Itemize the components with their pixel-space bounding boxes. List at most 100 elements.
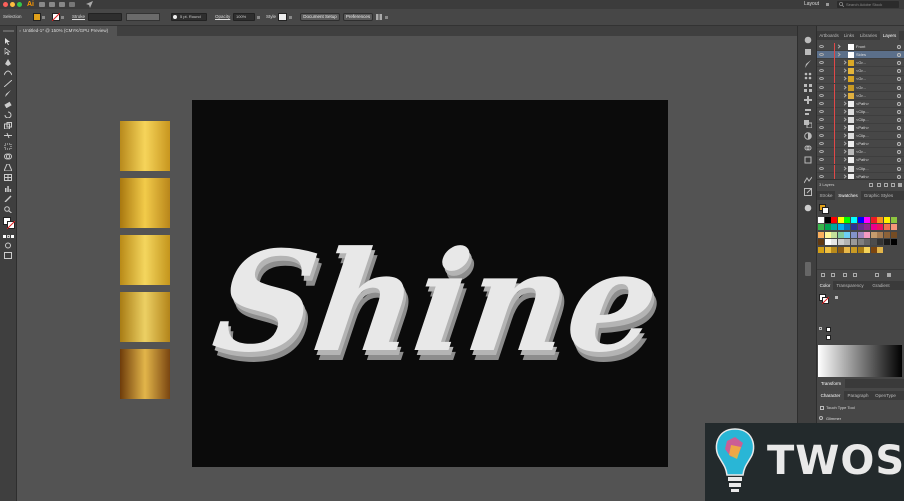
tab-graphic-styles[interactable]: Graphic Styles <box>861 191 896 200</box>
close-window-button[interactable] <box>3 2 8 7</box>
swatch-grid-icon[interactable] <box>804 84 812 92</box>
expand-chevron-icon[interactable] <box>842 173 847 179</box>
color-swatch[interactable] <box>890 239 897 246</box>
color-swatch[interactable] <box>818 239 824 246</box>
target-circle-icon[interactable] <box>897 158 901 163</box>
target-circle-icon[interactable] <box>897 77 901 82</box>
color-swatch[interactable] <box>824 224 831 231</box>
visibility-eye-icon[interactable] <box>819 69 824 73</box>
color-guide-icon[interactable] <box>804 36 812 44</box>
color-swatch[interactable] <box>870 224 877 231</box>
color-swatch[interactable] <box>890 217 897 223</box>
color-swatch[interactable] <box>857 231 864 238</box>
layer-row[interactable]: <Clip... <box>817 164 904 173</box>
adobe-stock-search-input[interactable]: Search Adobe Stock <box>837 1 899 8</box>
color-swatch[interactable] <box>864 246 871 253</box>
toolbar-grip[interactable] <box>3 30 14 32</box>
make-clip-mask-icon[interactable] <box>877 183 881 187</box>
collect-export-icon[interactable] <box>869 183 873 187</box>
color-swatch[interactable] <box>857 239 864 246</box>
color-swatch[interactable] <box>851 231 857 238</box>
visibility-eye-icon[interactable] <box>819 150 824 154</box>
expand-chevron-icon[interactable] <box>836 44 841 49</box>
tab-artboards[interactable]: Artboards <box>817 31 841 40</box>
color-swatch[interactable] <box>831 231 838 238</box>
expand-chevron-icon[interactable] <box>842 125 847 130</box>
new-color-group-icon[interactable] <box>853 273 857 277</box>
target-circle-icon[interactable] <box>897 117 901 122</box>
color-swatch[interactable] <box>837 239 844 246</box>
visibility-eye-icon[interactable] <box>819 126 824 129</box>
color-swatch[interactable] <box>857 217 864 223</box>
color-swatch[interactable] <box>824 246 831 253</box>
color-swatch[interactable] <box>818 217 824 223</box>
color-swatch[interactable] <box>851 217 857 223</box>
tab-paragraph[interactable]: Paragraph <box>844 391 872 400</box>
color-swatch[interactable] <box>884 239 890 246</box>
workspace-chevron-icon[interactable] <box>826 3 829 6</box>
target-circle-icon[interactable] <box>897 53 901 58</box>
layer-row[interactable]: Front <box>817 43 904 52</box>
arrange-documents-icon[interactable] <box>59 2 65 7</box>
width-tool-icon[interactable] <box>4 132 12 139</box>
visibility-eye-icon[interactable] <box>819 109 824 113</box>
layer-row[interactable]: <Path> <box>817 156 904 165</box>
minimize-window-button[interactable] <box>10 2 15 7</box>
fill-dropdown-chevron-icon[interactable] <box>42 16 45 19</box>
color-swatch[interactable] <box>884 217 890 223</box>
color-swatch[interactable] <box>877 239 884 246</box>
stroke-color-swatch[interactable] <box>52 13 60 21</box>
expand-chevron-icon[interactable] <box>842 117 847 122</box>
tab-swatches[interactable]: Swatches <box>835 191 861 200</box>
color-swatch[interactable] <box>844 239 851 246</box>
color-swatch[interactable] <box>864 239 871 246</box>
visibility-eye-icon[interactable] <box>819 134 824 138</box>
tab-libraries[interactable]: Libraries <box>857 31 880 40</box>
opacity-field[interactable]: 100% <box>233 13 255 21</box>
curvature-tool-icon[interactable] <box>4 69 12 76</box>
pen-tool-icon[interactable] <box>4 59 12 66</box>
tab-layers[interactable]: Layers <box>880 31 899 40</box>
zoom-tool-icon[interactable] <box>4 206 12 213</box>
color-swatch[interactable] <box>831 217 838 223</box>
color-swatch[interactable] <box>824 217 831 223</box>
expand-chevron-icon[interactable] <box>842 157 847 163</box>
target-circle-icon[interactable] <box>897 93 901 98</box>
gradient-mode-button[interactable] <box>7 235 10 238</box>
gold-gradient-swatch[interactable] <box>120 349 170 399</box>
zoom-window-button[interactable] <box>17 2 22 7</box>
layer-row[interactable]: <Gr... <box>817 75 904 84</box>
none-color-icon[interactable] <box>826 335 831 340</box>
color-swatch[interactable] <box>890 231 897 238</box>
eyedropper-tool-icon[interactable] <box>4 195 12 202</box>
gold-gradient-swatch[interactable] <box>120 178 170 228</box>
scale-tool-icon[interactable] <box>4 122 12 129</box>
visibility-eye-icon[interactable] <box>819 117 824 121</box>
target-circle-icon[interactable] <box>897 109 901 114</box>
color-swatch[interactable] <box>864 231 871 238</box>
align-icon[interactable] <box>804 108 812 116</box>
target-circle-icon[interactable] <box>897 45 901 49</box>
shape-builder-tool-icon[interactable] <box>4 153 12 160</box>
color-swatch[interactable] <box>818 224 824 231</box>
color-mode-button[interactable] <box>3 235 6 238</box>
expand-chevron-icon[interactable] <box>842 141 847 146</box>
selection-tool-icon[interactable] <box>4 38 12 45</box>
opacity-chevron-icon[interactable] <box>257 16 260 19</box>
stroke-label[interactable]: Stroke <box>72 14 85 20</box>
new-layer-icon[interactable] <box>891 183 895 187</box>
color-swatch[interactable] <box>877 217 884 223</box>
gold-gradient-swatch[interactable] <box>120 235 170 285</box>
dock-resize-handle[interactable] <box>805 262 811 276</box>
expand-chevron-icon[interactable] <box>842 60 847 65</box>
image-trace-icon[interactable] <box>804 176 812 184</box>
tab-color[interactable]: Color <box>817 281 833 290</box>
color-swatch[interactable] <box>844 217 851 223</box>
symbols-icon[interactable] <box>804 72 812 80</box>
layer-row[interactable]: Sides <box>817 51 904 60</box>
expand-chevron-icon[interactable] <box>842 101 847 106</box>
target-circle-icon[interactable] <box>897 101 901 106</box>
expand-chevron-icon[interactable] <box>842 109 847 114</box>
touch-type-tool-button[interactable]: Touch Type Tool <box>819 404 879 412</box>
arrange-documents-icon[interactable] <box>376 14 382 20</box>
